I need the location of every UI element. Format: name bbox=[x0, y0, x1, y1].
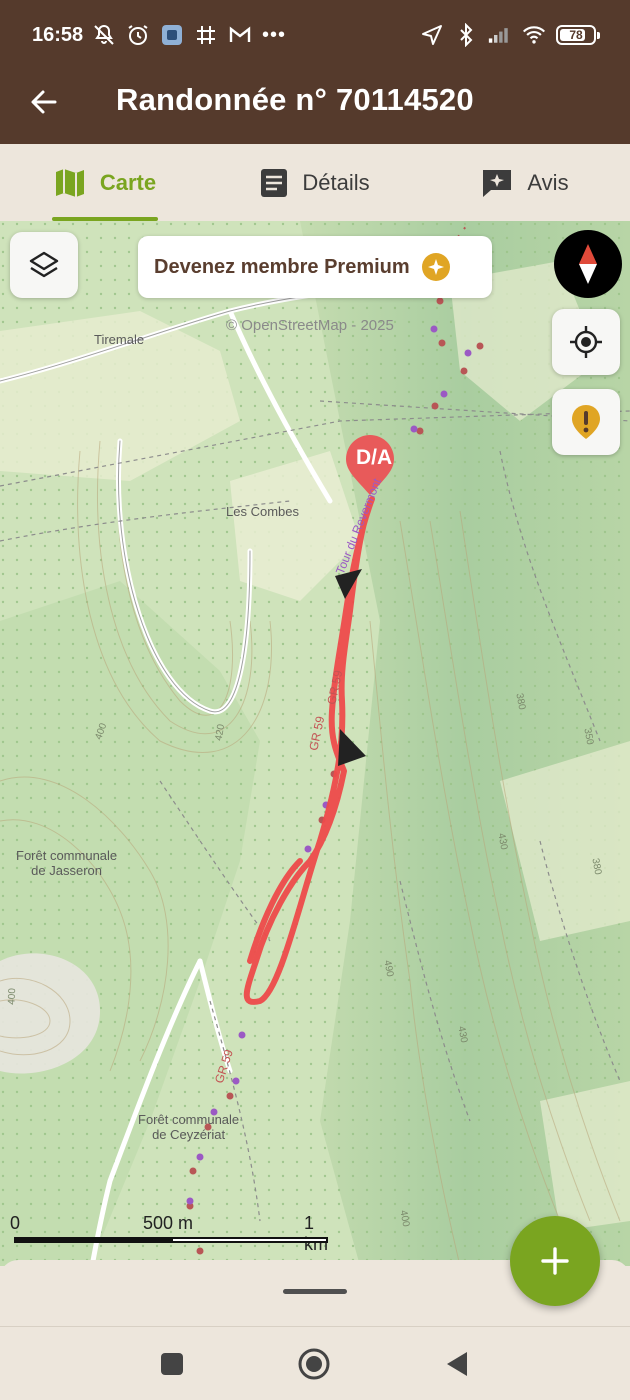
battery-icon: 78 bbox=[556, 25, 600, 45]
status-icons-left: ••• bbox=[92, 20, 286, 50]
tab-avis-label: Avis bbox=[527, 169, 569, 195]
alarm-icon bbox=[126, 23, 150, 47]
tab-avis[interactable]: Avis bbox=[420, 144, 630, 221]
place-label-tiremale: Tiremale bbox=[94, 332, 145, 347]
layers-icon bbox=[29, 251, 59, 278]
place-label-line: Forêt communale bbox=[16, 848, 118, 863]
scale-bar bbox=[171, 1237, 328, 1243]
status-bar: 16:58 ••• 78 bbox=[0, 0, 630, 70]
contour-label: 400 bbox=[6, 987, 19, 1006]
arrow-back-icon bbox=[31, 90, 57, 114]
circle-icon bbox=[298, 1348, 330, 1380]
page-title: Randonnée n° 70114520 bbox=[116, 82, 474, 117]
place-label-line: Forêt communale bbox=[138, 1112, 240, 1127]
plus-icon bbox=[541, 1247, 569, 1275]
mute-icon bbox=[92, 23, 116, 47]
warning-icon bbox=[572, 405, 600, 439]
location-icon bbox=[420, 23, 444, 47]
tab-details-label: Détails bbox=[302, 169, 370, 195]
place-label-line: de Ceyzériat bbox=[152, 1127, 226, 1142]
premium-star-icon bbox=[421, 253, 450, 281]
signal-icon bbox=[488, 23, 512, 47]
home-button[interactable] bbox=[297, 1347, 331, 1381]
tab-carte[interactable]: Carte bbox=[0, 144, 210, 221]
place-label-les-combes: Les Combes bbox=[226, 504, 299, 519]
back-button[interactable] bbox=[20, 78, 68, 126]
report-issue-button[interactable] bbox=[552, 389, 620, 455]
locate-button[interactable] bbox=[552, 309, 620, 375]
grid-icon bbox=[194, 23, 218, 47]
premium-banner-text: Devenez membre Premium bbox=[154, 255, 410, 278]
map-view[interactable]: D/A Tiremale Les Combes Forêt communale … bbox=[0, 221, 630, 1266]
crosshair-icon bbox=[570, 326, 602, 358]
tab-carte-label: Carte bbox=[99, 169, 157, 195]
square-icon bbox=[161, 1353, 183, 1375]
scale-bar bbox=[14, 1237, 174, 1243]
triangle-back-icon bbox=[447, 1352, 467, 1376]
premium-banner[interactable]: Devenez membre Premium bbox=[138, 236, 492, 298]
document-icon bbox=[261, 168, 288, 197]
status-time: 16:58 bbox=[32, 24, 84, 46]
map-scale: 0 500 m 1 km bbox=[10, 1213, 330, 1254]
place-label-foret-jasseron: Forêt communale de Jasseron bbox=[16, 848, 117, 878]
scale-label-end: 1 km bbox=[304, 1213, 328, 1254]
place-label-foret-ceyzeriat: Forêt communale de Ceyzériat bbox=[138, 1112, 239, 1142]
app-bar: Randonnée n° 70114520 bbox=[0, 70, 630, 144]
scale-label-zero: 0 bbox=[10, 1213, 21, 1233]
compass-button[interactable] bbox=[554, 230, 622, 298]
scale-label-mid: 500 m bbox=[143, 1213, 194, 1233]
status-icons-right: 78 bbox=[420, 20, 600, 50]
tab-details[interactable]: Détails bbox=[210, 144, 420, 221]
more-notifications: ••• bbox=[262, 24, 287, 46]
add-button[interactable] bbox=[510, 1216, 600, 1306]
app-icon bbox=[160, 23, 184, 47]
battery-level: 78 bbox=[569, 28, 583, 42]
bluetooth-icon bbox=[454, 23, 478, 47]
review-icon bbox=[483, 169, 512, 197]
wifi-icon bbox=[522, 23, 546, 47]
map-icon bbox=[55, 168, 84, 197]
place-label-line: de Jasseron bbox=[31, 863, 102, 878]
back-nav-button[interactable] bbox=[440, 1347, 474, 1381]
recents-button[interactable] bbox=[155, 1347, 189, 1381]
start-finish-label: D/A bbox=[356, 446, 393, 469]
sheet-drag-handle[interactable] bbox=[283, 1289, 347, 1294]
tab-bar: Carte Détails Avis bbox=[0, 144, 630, 221]
system-nav-bar bbox=[0, 1326, 630, 1400]
layers-button[interactable] bbox=[10, 232, 78, 298]
map-attribution: © OpenStreetMap - 2025 bbox=[226, 317, 394, 334]
top-bar: 16:58 ••• 78 Randonnée n° 70114520 bbox=[0, 0, 630, 144]
compass-icon bbox=[579, 244, 597, 284]
gmail-icon bbox=[228, 23, 252, 47]
